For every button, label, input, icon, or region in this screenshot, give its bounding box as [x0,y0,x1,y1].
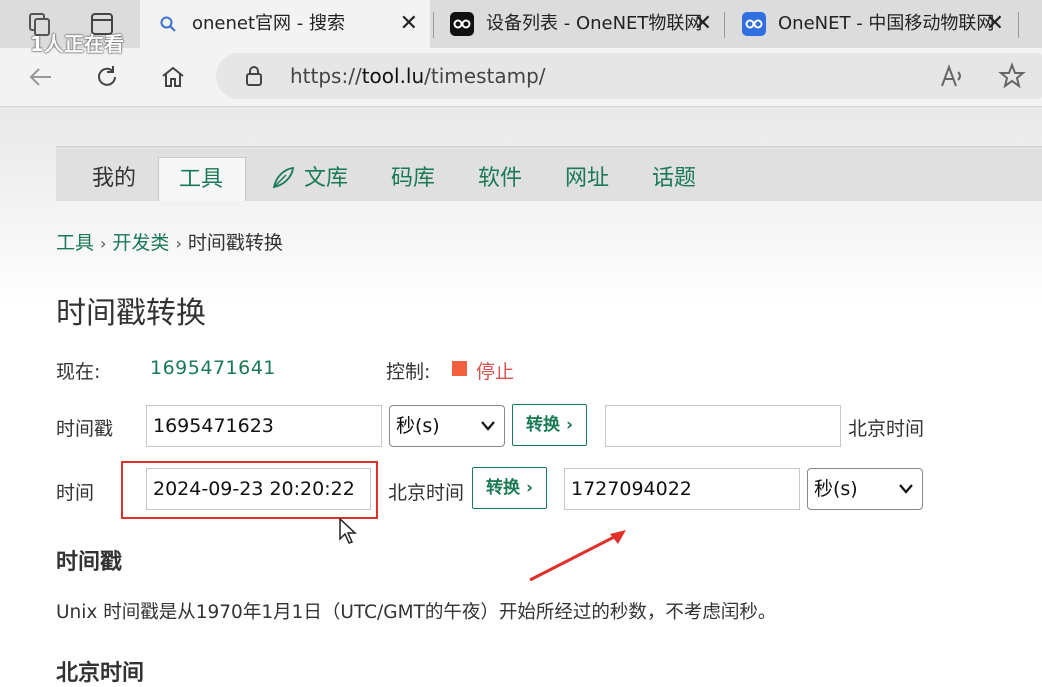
breadcrumb-link-dev[interactable]: 开发类 [112,232,169,254]
timezone-label: 北京时间 [848,418,925,440]
tab-divider [724,12,725,38]
timestamp-unit-select[interactable]: 秒(s) [389,405,505,447]
tab-device-list[interactable]: 设备列表 - OneNET物联网 ✕ [434,0,724,48]
tab-title: OneNET - 中国移动物联网 [778,13,995,34]
viewer-count-overlay: 1人正在看 [30,32,124,56]
close-icon[interactable]: ✕ [400,0,418,48]
breadcrumb: 工具 › 开发类 › 时间戳转换 [56,228,283,255]
search-icon [156,12,180,36]
timestamp-input[interactable]: 1695471623 [146,405,382,447]
mouse-cursor-icon [339,517,357,544]
nav-item-urls[interactable]: 网址 [565,157,609,201]
section-description: Unix 时间戳是从1970年1月1日（UTC/GMT的午夜）开始所经过的秒数，… [56,602,777,623]
url-path: /timestamp/ [424,64,546,88]
site-nav: 我的 工具 文库 码库 软件 网址 话题 [56,146,1042,201]
tab-title: onenet官网 - 搜索 [192,13,345,34]
timezone-label: 北京时间 [388,482,465,504]
page-title: 时间戳转换 [56,296,206,331]
output-unit-select[interactable]: 秒(s) [807,468,923,510]
chevron-down-icon [480,406,496,460]
nav-item-tools[interactable]: 工具 [158,157,246,201]
breadcrumb-separator: › [100,234,107,253]
current-timestamp: 1695471641 [150,357,276,379]
browser-tab-bar: 1人正在看 onenet官网 - 搜索 ✕ 设备列表 - OneNET物联网 ✕… [0,0,1042,56]
breadcrumb-current: 时间戳转换 [187,232,283,254]
nav-item-mine[interactable]: 我的 [92,157,136,201]
tab-divider [1018,12,1019,38]
tab-search[interactable]: onenet官网 - 搜索 ✕ [140,0,430,48]
onenet-logo-icon [742,12,766,36]
stop-button[interactable]: 停止 [476,357,514,384]
tab-title: 设备列表 - OneNET物联网 [486,13,703,34]
unit-select-value: 秒(s) [396,415,440,437]
url-text: https://tool.lu/timestamp/ [290,53,546,99]
annotation-highlight-box [121,461,378,519]
time-output[interactable] [605,405,841,447]
url-domain: tool.lu [361,64,425,88]
url-field[interactable]: https://tool.lu/timestamp/ [216,53,1042,99]
favorite-star-icon[interactable] [998,62,1026,94]
home-icon[interactable] [156,60,190,94]
unit-select-value: 秒(s) [814,478,858,500]
nav-item-library[interactable]: 文库 [304,157,348,201]
refresh-icon[interactable] [90,60,124,94]
back-arrow-icon[interactable] [24,60,58,94]
section-heading-beijing: 北京时间 [56,661,145,686]
control-label: 控制: [386,361,431,383]
breadcrumb-link-tools[interactable]: 工具 [56,232,94,254]
nav-item-software[interactable]: 软件 [478,157,522,201]
chevron-down-icon [898,469,914,523]
onenet-logo-icon [450,12,474,36]
nav-item-code[interactable]: 码库 [391,157,435,201]
convert-to-time-button[interactable]: 转换 › [512,404,587,446]
timestamp-label: 时间戳 [56,418,114,440]
now-label: 现在: [56,361,101,383]
url-scheme: https:// [290,64,362,88]
address-bar-row: https://tool.lu/timestamp/ [0,48,1042,107]
timestamp-output[interactable]: 1727094022 [564,468,800,510]
close-icon[interactable]: ✕ [986,0,1004,48]
tab-onenet[interactable]: OneNET - 中国移动物联网 ✕ [726,0,1016,48]
annotation-arrow-icon [529,530,626,582]
stop-square-icon[interactable] [452,361,467,376]
read-aloud-icon[interactable] [938,62,966,94]
nav-item-topics[interactable]: 话题 [652,157,696,201]
breadcrumb-separator: › [175,234,182,253]
leaf-icon [270,165,296,195]
section-heading: 时间戳 [56,550,123,575]
close-icon[interactable]: ✕ [694,0,712,48]
convert-to-timestamp-button[interactable]: 转换 › [472,467,547,509]
time-label: 时间 [56,482,95,504]
lock-icon[interactable] [244,65,264,91]
